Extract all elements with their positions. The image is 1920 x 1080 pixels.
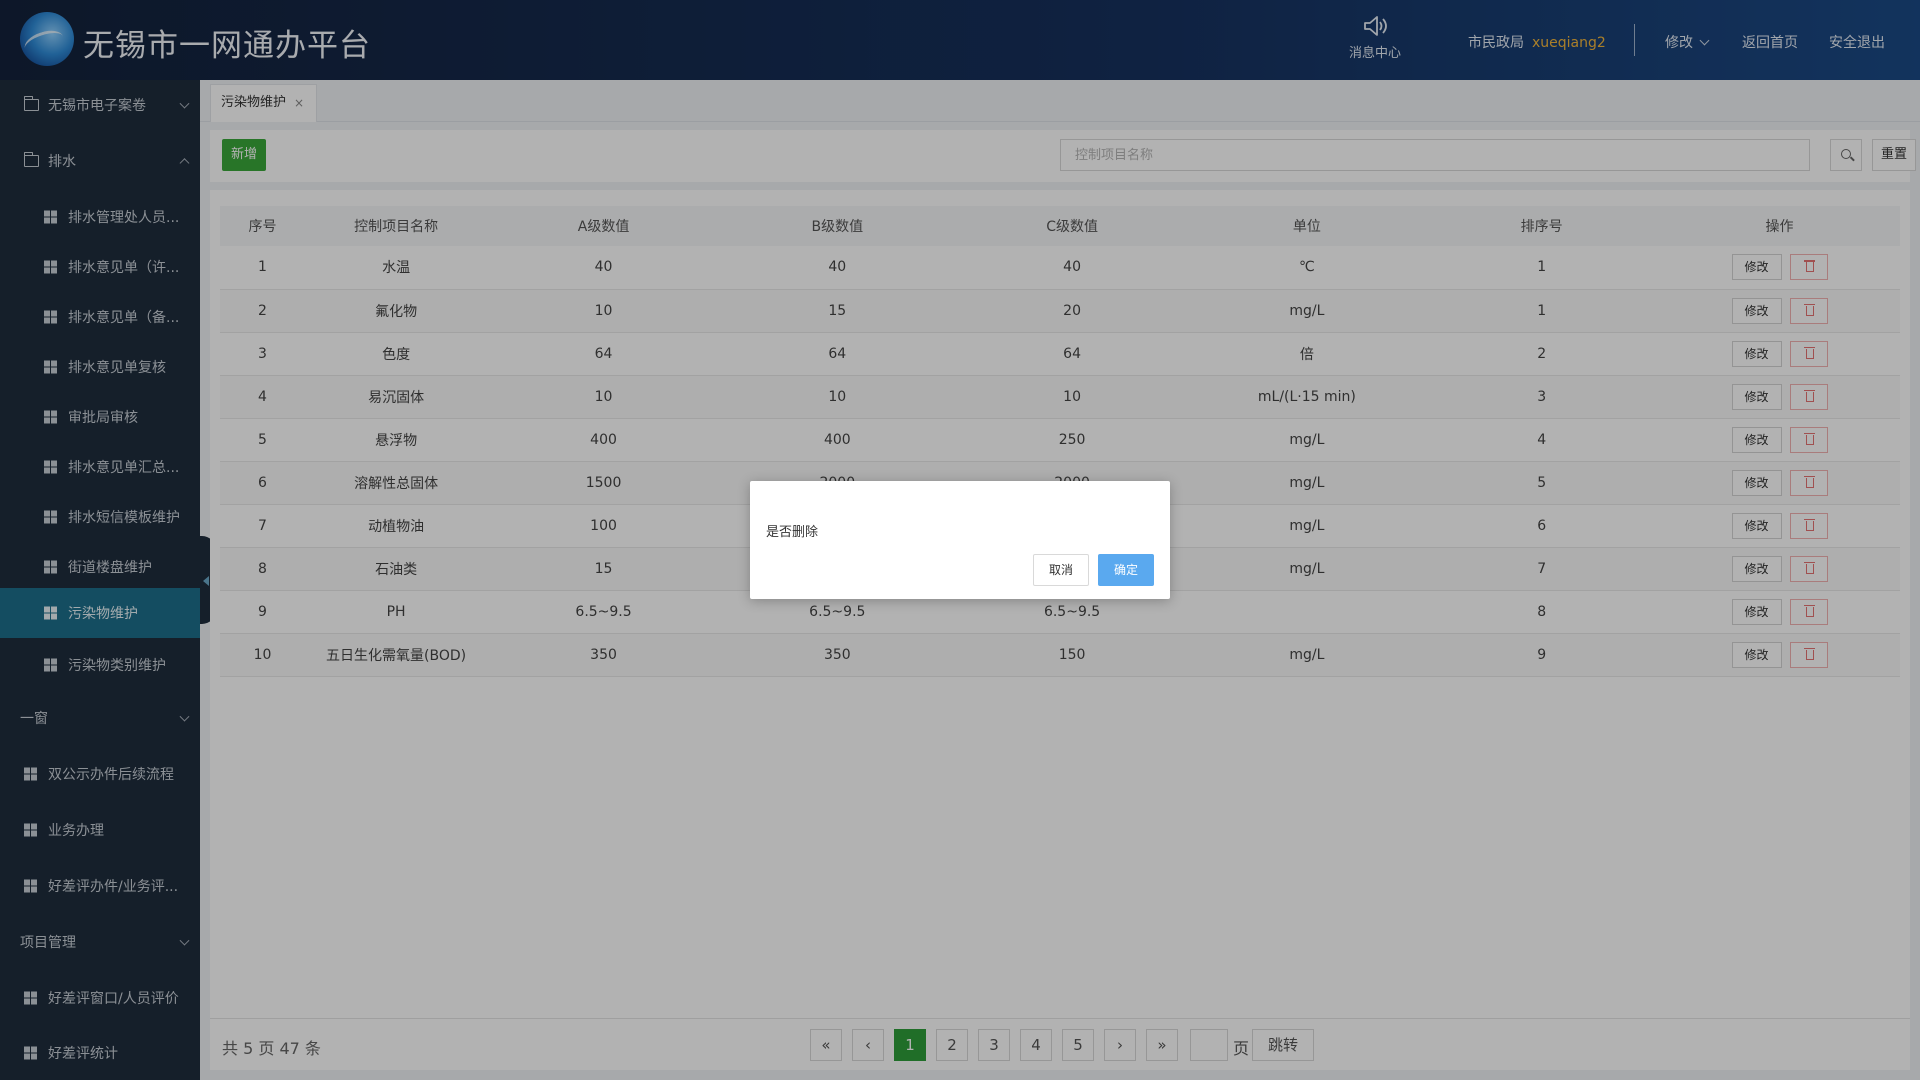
cancel-button[interactable]: 取消 — [1033, 554, 1089, 586]
dialog-message: 是否删除 — [766, 525, 819, 540]
confirm-button[interactable]: 确定 — [1098, 554, 1154, 586]
delete-confirm-dialog: 是否删除 取消 确定 — [750, 481, 1170, 599]
